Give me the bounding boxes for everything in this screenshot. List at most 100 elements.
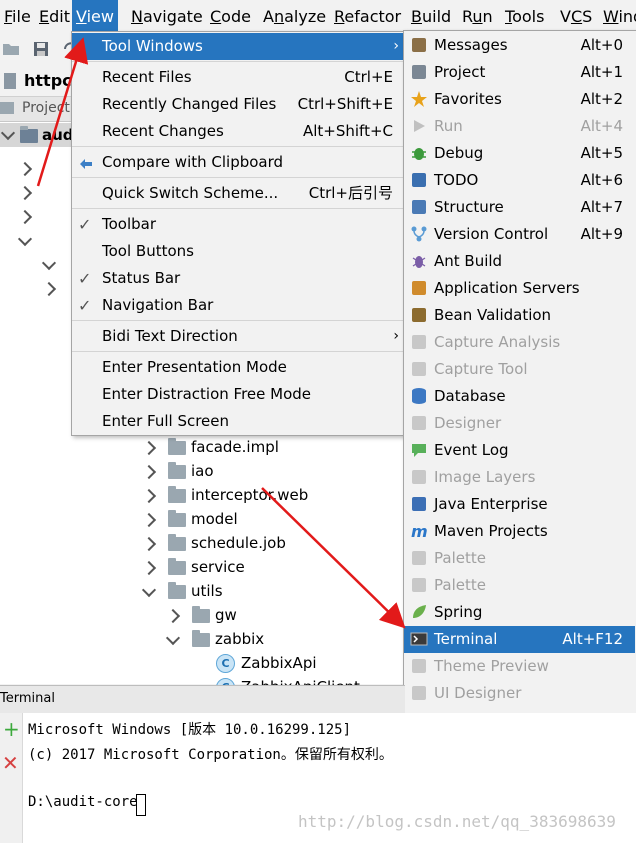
view-menu-item[interactable]: Enter Presentation Mode xyxy=(72,354,403,381)
add-terminal-icon[interactable]: + xyxy=(3,719,20,739)
menu-tools[interactable]: Tools xyxy=(501,0,548,34)
image-layers-icon xyxy=(410,468,428,486)
chevron-down-icon[interactable] xyxy=(141,582,157,598)
svg-text:m: m xyxy=(411,522,428,540)
tool-window-item-project[interactable]: Project Alt+1 xyxy=(404,59,635,86)
tree-row[interactable]: interceptor.web xyxy=(0,483,405,507)
tool-window-item-ant-build[interactable]: Ant Build xyxy=(404,248,635,275)
menu-item-shortcut: Alt+4 xyxy=(580,117,623,135)
view-menu-item[interactable]: ✓ Toolbar xyxy=(72,211,403,238)
tool-window-item-messages[interactable]: Messages Alt+0 xyxy=(404,32,635,59)
chevron-right-icon[interactable] xyxy=(141,560,157,576)
chevron-right-icon[interactable] xyxy=(141,536,157,552)
chevron-right-icon[interactable] xyxy=(17,185,33,201)
menu-build[interactable]: Build xyxy=(407,0,455,34)
tool-window-item-theme-preview[interactable]: Theme Preview xyxy=(404,653,635,680)
view-menu-item[interactable]: Tool Buttons xyxy=(72,238,403,265)
tool-window-item-ui-designer[interactable]: UI Designer xyxy=(404,680,635,707)
tree-row[interactable]: model xyxy=(0,507,405,531)
tree-row[interactable]: zabbix xyxy=(0,627,405,651)
tree-row[interactable]: gw xyxy=(0,603,405,627)
tree-root-row[interactable]: aud xyxy=(0,123,80,147)
chevron-right-icon[interactable] xyxy=(141,440,157,456)
tree-row[interactable]: schedule.job xyxy=(0,531,405,555)
debug-icon xyxy=(410,144,428,162)
view-menu-item[interactable]: Bidi Text Direction › xyxy=(72,323,403,350)
tree-row[interactable]: iao xyxy=(0,459,405,483)
navigation-bar: httpcl xyxy=(0,66,80,97)
menu-edit[interactable]: Edit xyxy=(35,0,74,34)
view-menu-item[interactable]: Tool Windows › xyxy=(72,33,403,60)
view-menu-item[interactable]: Enter Distraction Free Mode xyxy=(72,381,403,408)
terminal-line: (c) 2017 Microsoft Corporation。保留所有权利。 xyxy=(28,747,393,763)
tree-row[interactable]: facade.impl xyxy=(0,435,405,459)
tree-row[interactable]: service xyxy=(0,555,405,579)
tool-window-item-maven-projects[interactable]: m Maven Projects xyxy=(404,518,635,545)
structure-icon xyxy=(410,198,428,216)
view-menu-item[interactable]: Recently Changed Files Ctrl+Shift+E xyxy=(72,91,403,118)
tool-window-item-favorites[interactable]: Favorites Alt+2 xyxy=(404,86,635,113)
tool-window-item-capture-tool[interactable]: Capture Tool xyxy=(404,356,635,383)
view-menu: Tool Windows › Recent Files Ctrl+E Recently … xyxy=(71,31,406,436)
tool-window-item-palette[interactable]: Palette xyxy=(404,572,635,599)
tool-window-item-java-enterprise[interactable]: Java Enterprise xyxy=(404,491,635,518)
chevron-right-icon[interactable] xyxy=(41,281,57,297)
terminal-gutter: + ✕ xyxy=(0,713,23,843)
open-folder-icon[interactable] xyxy=(2,40,20,58)
view-menu-item[interactable]: ✓ Status Bar xyxy=(72,265,403,292)
nav-project-label[interactable]: httpcl xyxy=(24,71,77,90)
tool-window-item-spring[interactable]: Spring xyxy=(404,599,635,626)
menu-run[interactable]: Run xyxy=(458,0,497,34)
menu-analyze[interactable]: Analyze xyxy=(259,0,330,34)
menu-item-label: Spring xyxy=(434,603,483,621)
tree-row[interactable]: utils xyxy=(0,579,405,603)
menu-refactor[interactable]: Refactor xyxy=(330,0,405,34)
tool-window-item-event-log[interactable]: Event Log xyxy=(404,437,635,464)
todo-icon xyxy=(410,171,428,189)
chevron-right-icon[interactable] xyxy=(165,608,181,624)
chevron-right-icon[interactable] xyxy=(17,209,33,225)
tool-window-item-terminal[interactable]: Terminal Alt+F12 xyxy=(404,626,635,653)
chevron-down-icon[interactable] xyxy=(0,125,16,141)
tool-window-item-capture-analysis[interactable]: Capture Analysis xyxy=(404,329,635,356)
close-terminal-icon[interactable]: ✕ xyxy=(2,753,19,773)
chevron-down-icon[interactable] xyxy=(41,255,57,271)
view-menu-item[interactable]: ✓ Navigation Bar xyxy=(72,292,403,319)
chevron-right-icon[interactable] xyxy=(141,488,157,504)
tool-window-item-debug[interactable]: Debug Alt+5 xyxy=(404,140,635,167)
chevron-right-icon[interactable] xyxy=(17,161,33,177)
tool-window-item-structure[interactable]: Structure Alt+7 xyxy=(404,194,635,221)
project-tab-label[interactable]: Project xyxy=(22,100,70,116)
menu-navigate[interactable]: Navigate xyxy=(127,0,207,34)
view-menu-item[interactable]: Compare with Clipboard xyxy=(72,149,403,176)
menu-vcs[interactable]: VCS xyxy=(556,0,596,34)
view-menu-item[interactable]: Recent Files Ctrl+E xyxy=(72,64,403,91)
menu-code[interactable]: Code xyxy=(206,0,255,34)
menu-wind[interactable]: Wind xyxy=(599,0,636,34)
menu-file[interactable]: File xyxy=(0,0,35,34)
tool-window-item-palette[interactable]: Palette xyxy=(404,545,635,572)
tool-window-item-designer[interactable]: Designer xyxy=(404,410,635,437)
chevron-down-icon[interactable] xyxy=(17,231,33,247)
chevron-right-icon[interactable] xyxy=(141,464,157,480)
tool-window-item-database[interactable]: Database xyxy=(404,383,635,410)
chevron-down-icon[interactable] xyxy=(165,630,181,646)
tool-window-item-todo[interactable]: TODO Alt+6 xyxy=(404,167,635,194)
chevron-right-icon[interactable] xyxy=(141,512,157,528)
folder-icon xyxy=(168,558,186,575)
tool-window-item-image-layers[interactable]: Image Layers xyxy=(404,464,635,491)
tree-row[interactable]: C ZabbixApi xyxy=(0,651,405,675)
menu-item-label: Enter Presentation Mode xyxy=(102,358,287,376)
view-menu-item[interactable]: Quick Switch Scheme... Ctrl+后引号 xyxy=(72,180,403,207)
designer-icon xyxy=(410,414,428,432)
save-icon[interactable] xyxy=(32,40,50,58)
tool-window-item-bean-validation[interactable]: Bean Validation xyxy=(404,302,635,329)
view-menu-item[interactable]: Enter Full Screen xyxy=(72,408,403,435)
tool-window-item-run[interactable]: Run Alt+4 xyxy=(404,113,635,140)
view-menu-item[interactable]: Recent Changes Alt+Shift+C xyxy=(72,118,403,145)
terminal-header: Terminal xyxy=(0,685,405,715)
menu-view[interactable]: View xyxy=(72,0,118,34)
tool-window-item-version-control[interactable]: Version Control Alt+9 xyxy=(404,221,635,248)
java-enterprise-icon xyxy=(410,495,428,513)
tool-window-item-application-servers[interactable]: Application Servers xyxy=(404,275,635,302)
